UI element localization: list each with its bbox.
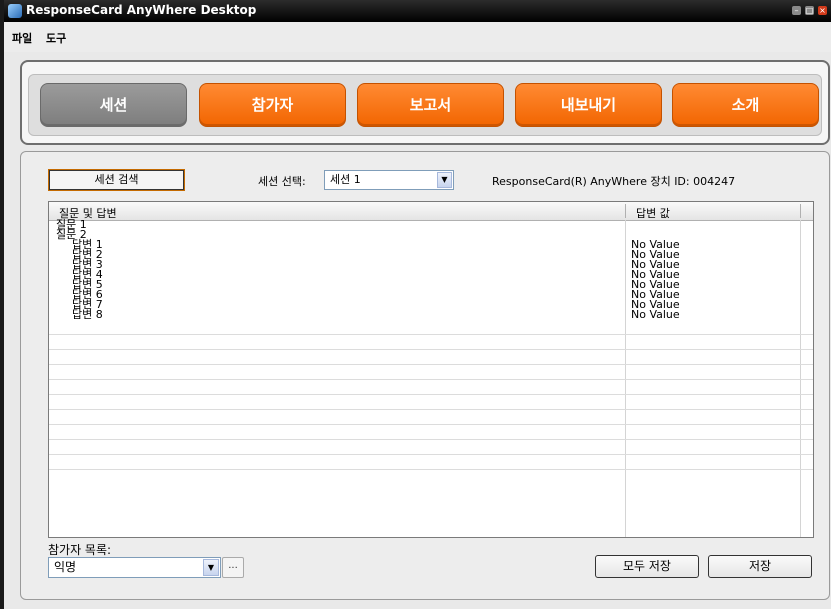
table-row[interactable]: 답변 8 No Value (49, 309, 813, 321)
table-row[interactable]: 답변 4 No Value (49, 269, 813, 281)
table-row[interactable] (49, 410, 813, 425)
menu-bar: 파일 도구 (4, 22, 831, 52)
session-select[interactable]: 세션 1 ▼ (324, 170, 454, 190)
table-row[interactable]: 질문 2 (49, 229, 813, 241)
column-divider[interactable] (800, 204, 801, 218)
participant-select-value: 익명 (54, 560, 77, 574)
table-row[interactable] (49, 395, 813, 410)
table-row[interactable] (49, 320, 813, 335)
session-select-value: 세션 1 (330, 173, 361, 186)
navigation-bar: 세션 참가자 보고서 내보내기 소개 (28, 74, 822, 136)
window-title: ResponseCard AnyWhere Desktop (26, 3, 257, 17)
session-select-label: 세션 선택: (258, 175, 306, 188)
close-icon[interactable]: × (818, 6, 827, 15)
tab-export[interactable]: 내보내기 (515, 83, 662, 127)
table-row[interactable]: 답변 2 No Value (49, 249, 813, 261)
tab-reports[interactable]: 보고서 (357, 83, 504, 127)
participant-select[interactable]: 익명 ▼ (48, 557, 221, 578)
table-row[interactable] (49, 440, 813, 455)
save-all-button[interactable]: 모두 저장 (595, 555, 699, 578)
device-id: ResponseCard(R) AnyWhere 장치 ID: 004247 (492, 175, 736, 188)
table-row[interactable] (49, 425, 813, 440)
questions-table: 질문 및 답변 답변 값 질문 1 질문 2 답변 1 No Value 답변 2 No … (48, 201, 814, 538)
participant-list-label: 참가자 목록: (48, 543, 112, 557)
title-bar: ResponseCard AnyWhere Desktop – □ × (4, 0, 831, 22)
app-window: ResponseCard AnyWhere Desktop – □ × 파일 도… (4, 0, 831, 609)
table-row[interactable]: 답변 3 No Value (49, 259, 813, 271)
tab-participants[interactable]: 참가자 (199, 83, 346, 127)
chevron-down-icon[interactable]: ▼ (203, 559, 219, 576)
table-row[interactable] (49, 455, 813, 470)
minimize-icon[interactable]: – (792, 6, 801, 15)
table-header: 질문 및 답변 답변 값 (49, 202, 813, 221)
maximize-icon[interactable]: □ (805, 6, 814, 15)
session-search-button[interactable]: 세션 검색 (48, 169, 185, 191)
tab-about[interactable]: 소개 (672, 83, 819, 127)
table-row[interactable] (49, 365, 813, 380)
table-row[interactable]: 답변 5 No Value (49, 279, 813, 291)
table-row[interactable]: 답변 6 No Value (49, 289, 813, 301)
table-row[interactable] (49, 380, 813, 395)
menu-tools[interactable]: 도구 (46, 30, 66, 46)
tab-session[interactable]: 세션 (40, 83, 187, 127)
app-icon (8, 4, 22, 18)
table-row[interactable]: 답변 1 No Value (49, 239, 813, 251)
column-header-value[interactable]: 답변 값 (636, 205, 670, 221)
menu-file[interactable]: 파일 (12, 30, 32, 46)
save-button[interactable]: 저장 (708, 555, 812, 578)
table-row[interactable]: 답변 7 No Value (49, 299, 813, 311)
table-row[interactable] (49, 335, 813, 350)
column-divider[interactable] (625, 204, 626, 218)
navigation-panel: 세션 참가자 보고서 내보내기 소개 (20, 60, 830, 145)
chevron-down-icon[interactable]: ▼ (437, 172, 452, 188)
participant-more-button[interactable]: ... (222, 557, 244, 578)
table-row[interactable] (49, 350, 813, 365)
session-panel: 세션 검색 세션 선택: 세션 1 ▼ ResponseCard(R) AnyW… (20, 151, 830, 600)
table-row[interactable]: 질문 1 (49, 219, 813, 231)
